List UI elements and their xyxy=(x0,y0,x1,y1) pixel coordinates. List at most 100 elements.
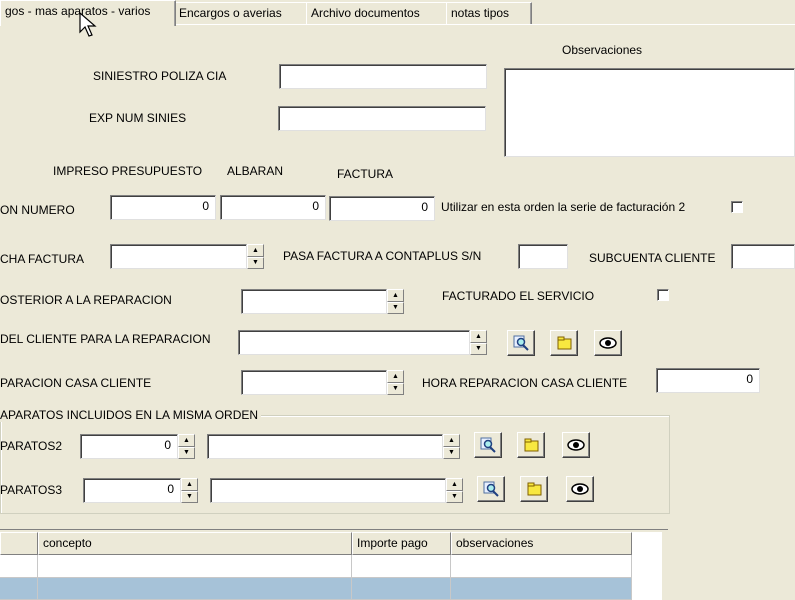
subcuenta-cliente-input[interactable] xyxy=(731,244,795,269)
table-row-cell[interactable] xyxy=(38,555,352,578)
fecha-factura-spinner[interactable]: ▲ ▼ xyxy=(247,244,264,269)
spin-down-icon[interactable]: ▼ xyxy=(443,446,460,459)
aparatos2-select[interactable] xyxy=(207,434,443,459)
fecha-factura-input[interactable] xyxy=(110,244,247,269)
exp-num-input[interactable] xyxy=(278,106,486,131)
tab-label: Encargos o averias xyxy=(179,6,282,20)
tab-notas-tipos[interactable]: notas tipos xyxy=(446,2,532,24)
eye-icon xyxy=(567,439,585,451)
spin-up-icon[interactable]: ▲ xyxy=(470,330,487,343)
folder-icon xyxy=(527,482,542,496)
pasa-factura-input[interactable] xyxy=(518,244,568,269)
aparatos3-number-input[interactable]: 0 xyxy=(83,478,181,503)
tab-label: gos - mas aparatos - varios xyxy=(5,4,151,18)
spin-up-icon[interactable]: ▲ xyxy=(178,434,195,447)
spin-up-icon[interactable]: ▲ xyxy=(443,434,460,447)
table-row-selected-cell[interactable] xyxy=(38,578,352,600)
aparatos3-folder-button[interactable] xyxy=(520,476,548,502)
aparatos3-number-spinner[interactable]: ▲ ▼ xyxy=(181,478,198,503)
spin-up-icon[interactable]: ▲ xyxy=(181,478,198,491)
posterior-reparacion-label: OSTERIOR A LA REPARACION xyxy=(0,293,172,307)
exp-num-label: EXP NUM SINIES xyxy=(89,111,187,125)
pasa-factura-label: PASA FACTURA A CONTAPLUS S/N xyxy=(283,249,482,263)
spin-up-icon[interactable]: ▲ xyxy=(446,478,463,491)
tab-label: Archivo documentos xyxy=(311,6,420,20)
folder-icon xyxy=(524,438,539,452)
tab-archivo-documentos[interactable]: Archivo documentos xyxy=(306,2,448,24)
siniestro-input[interactable] xyxy=(279,64,487,89)
search-button[interactable] xyxy=(507,330,535,356)
albaran-label: ALBARAN xyxy=(227,164,284,178)
del-cliente-reparacion-input[interactable] xyxy=(238,330,470,355)
aparatos2-number-input[interactable]: 0 xyxy=(80,434,178,459)
serie2-label: Utilizar en esta orden la serie de factu… xyxy=(441,200,686,214)
aparatos2-spinner[interactable]: ▲ ▼ xyxy=(443,434,460,459)
subcuenta-cliente-label: SUBCUENTA CLIENTE xyxy=(589,251,716,265)
spin-up-icon[interactable]: ▲ xyxy=(387,370,404,383)
aparatos2-label: PARATOS2 xyxy=(0,439,63,453)
spin-down-icon[interactable]: ▼ xyxy=(387,382,404,395)
mouse-cursor-icon xyxy=(79,12,97,37)
spin-down-icon[interactable]: ▼ xyxy=(387,301,404,314)
payments-grid: concepto Importe pago observaciones xyxy=(0,532,632,600)
observaciones-textarea[interactable] xyxy=(504,68,795,157)
aparatos3-spinner[interactable]: ▲ ▼ xyxy=(446,478,463,503)
del-cliente-spinner[interactable]: ▲ ▼ xyxy=(470,330,487,355)
aparatos2-search-button[interactable] xyxy=(474,432,502,458)
column-header-concepto[interactable]: concepto xyxy=(38,532,352,555)
folder-icon xyxy=(557,336,572,350)
factura-numero-input[interactable]: 0 xyxy=(329,196,435,221)
aparatos3-label: PARATOS3 xyxy=(0,483,63,497)
albaran-numero-input[interactable]: 0 xyxy=(220,195,326,220)
siniestro-label: SINIESTRO POLIZA CIA xyxy=(93,69,227,83)
fecha-factura-label: CHA FACTURA xyxy=(0,252,85,266)
folder-button[interactable] xyxy=(550,330,578,356)
table-row-selected-cell[interactable] xyxy=(352,578,451,600)
search-icon xyxy=(483,481,499,497)
posterior-reparacion-spinner[interactable]: ▲ ▼ xyxy=(387,289,404,314)
tab-label: notas tipos xyxy=(451,6,510,20)
aparatos3-view-button[interactable] xyxy=(566,476,594,502)
spin-up-icon[interactable]: ▲ xyxy=(387,289,404,302)
hora-reparacion-input[interactable]: 0 xyxy=(656,368,760,393)
column-header-importe-pago[interactable]: Importe pago xyxy=(352,532,451,555)
impreso-numero-input[interactable]: 0 xyxy=(110,195,216,220)
posterior-reparacion-input[interactable] xyxy=(241,289,387,314)
column-header-observaciones[interactable]: observaciones xyxy=(451,532,632,555)
view-button[interactable] xyxy=(594,330,622,356)
table-row-cell[interactable] xyxy=(451,555,632,578)
table-row-cell[interactable] xyxy=(0,555,38,578)
tab-encargos-averias[interactable]: Encargos o averias xyxy=(174,2,308,24)
spin-down-icon[interactable]: ▼ xyxy=(446,490,463,503)
spin-down-icon[interactable]: ▼ xyxy=(181,490,198,503)
hora-reparacion-label: HORA REPARACION CASA CLIENTE xyxy=(422,376,628,390)
del-cliente-reparacion-label: DEL CLIENTE PARA LA REPARACION xyxy=(0,332,211,346)
spin-up-icon[interactable]: ▲ xyxy=(247,244,264,257)
table-row-selected-cell[interactable] xyxy=(0,578,38,600)
aparatos2-number-spinner[interactable]: ▲ ▼ xyxy=(178,434,195,459)
spin-down-icon[interactable]: ▼ xyxy=(178,446,195,459)
table-row-selected-cell[interactable] xyxy=(451,578,632,600)
orden-numero-label: ON NUMERO xyxy=(0,203,75,217)
eye-icon xyxy=(599,337,617,349)
aparatos3-select[interactable] xyxy=(210,478,446,503)
serie2-checkbox[interactable] xyxy=(731,201,743,213)
factura-label: FACTURA xyxy=(337,167,394,181)
grid-row-header xyxy=(0,532,38,555)
aparatos2-folder-button[interactable] xyxy=(517,432,545,458)
spin-down-icon[interactable]: ▼ xyxy=(247,256,264,269)
reparacion-casa-cliente-input[interactable] xyxy=(241,370,387,395)
observaciones-label: Observaciones xyxy=(562,43,643,57)
reparacion-casa-spinner[interactable]: ▲ ▼ xyxy=(387,370,404,395)
table-row-cell[interactable] xyxy=(352,555,451,578)
facturado-servicio-checkbox[interactable] xyxy=(657,289,669,301)
aparatos2-view-button[interactable] xyxy=(562,432,590,458)
aparatos-group-title: APARATOS INCLUIDOS EN LA MISMA ORDEN xyxy=(0,408,262,422)
aparatos3-search-button[interactable] xyxy=(477,476,505,502)
eye-icon xyxy=(571,483,589,495)
search-icon xyxy=(480,437,496,453)
grid-divider xyxy=(0,529,668,530)
facturado-servicio-label: FACTURADO EL SERVICIO xyxy=(442,289,595,303)
spin-down-icon[interactable]: ▼ xyxy=(470,342,487,355)
reparacion-casa-cliente-label: PARACION CASA CLIENTE xyxy=(0,376,152,390)
